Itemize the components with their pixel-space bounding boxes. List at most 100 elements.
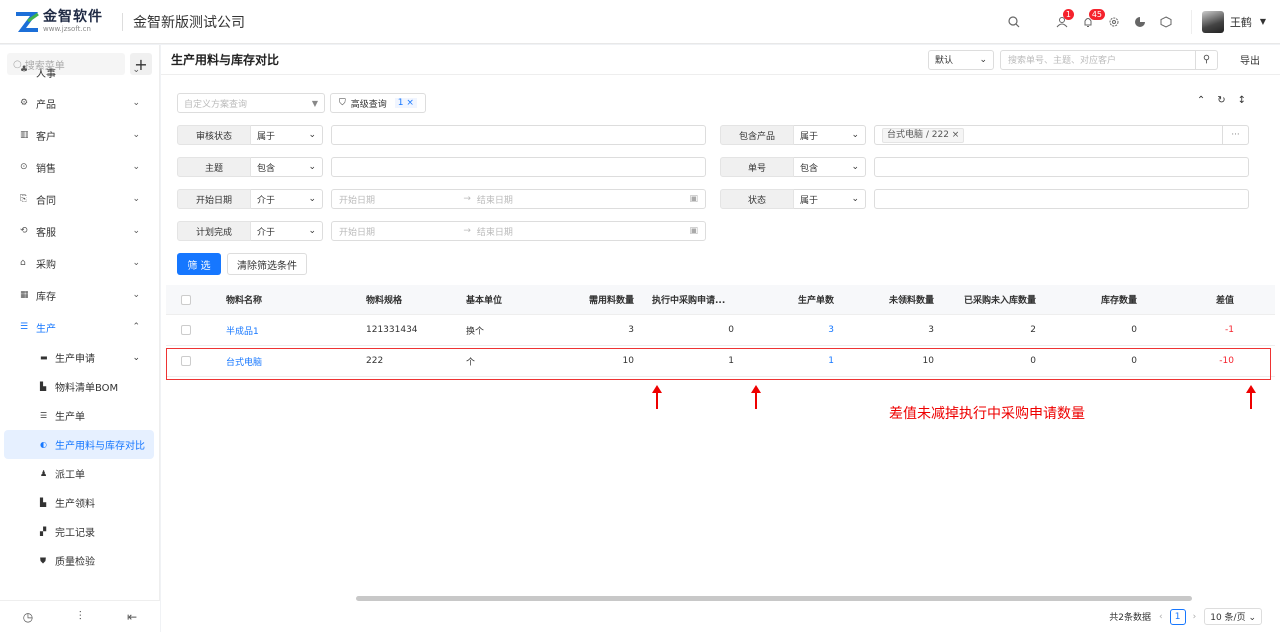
material-name-link[interactable]: 台式电脑 — [206, 355, 360, 368]
cell-spec: 121331434 — [366, 325, 418, 335]
menu-item-inventory[interactable]: ▦ 库存 ⌄ — [0, 279, 160, 311]
history-icon[interactable]: ◷ — [23, 610, 33, 624]
col-header-diff[interactable]: 差值 — [1143, 293, 1240, 306]
chevron-down-icon: ⌄ — [132, 258, 140, 268]
filter-op-order-no[interactable]: 包含 ⌄ — [794, 157, 866, 177]
search-icon[interactable] — [1001, 9, 1027, 35]
refresh-icon[interactable]: ↻ — [1217, 95, 1225, 106]
collapse-up-icon[interactable]: ⌃ — [1197, 95, 1205, 106]
col-header-unit[interactable]: 基本单位 — [460, 293, 555, 306]
col-header-unreceived[interactable]: 未领料数量 — [840, 293, 940, 306]
gear-icon[interactable] — [1101, 9, 1127, 35]
filter-value-review-status[interactable] — [331, 125, 706, 145]
search-button[interactable]: ⚲ — [1196, 49, 1218, 70]
logo-icon — [14, 11, 40, 33]
filter-op-contain-product[interactable]: 属于 ⌄ — [794, 125, 866, 145]
table-row[interactable]: 台式电脑 222 个 10 1 1 10 0 0 -10 — [166, 346, 1275, 377]
menu-item-customer[interactable]: ▥ 客户 ⌄ — [0, 119, 160, 151]
filter-button[interactable]: 筛 选 — [177, 253, 221, 275]
logo-url: www.jzsoft.cn — [43, 25, 91, 33]
date-range-start[interactable]: 开始日期 → 结束日期 ▣ — [331, 189, 706, 209]
menu-item-hr[interactable]: ♣ 人事 ⌄ — [0, 65, 160, 87]
select-all-checkbox[interactable] — [166, 294, 206, 305]
material-name-link[interactable]: 半成品1 — [206, 324, 360, 337]
filter-value-status[interactable] — [874, 189, 1249, 209]
chevron-down-icon: ⌄ — [132, 162, 140, 172]
col-header-prod[interactable]: 生产单数 — [740, 293, 840, 306]
horizontal-scrollbar[interactable] — [356, 596, 1192, 601]
menu-item-contract[interactable]: ⎘ 合同 ⌄ — [0, 183, 160, 215]
menu-item-production[interactable]: ☰ 生产 ⌃ — [0, 311, 160, 343]
cell-prod-link[interactable]: 1 — [740, 356, 840, 366]
sort-icon[interactable]: ↕ — [1238, 95, 1246, 106]
next-page-icon[interactable]: › — [1193, 612, 1197, 622]
company-name[interactable]: 金智新版测试公司 — [133, 12, 245, 32]
menu-item-product[interactable]: ⚙ 产品 ⌄ — [0, 87, 160, 119]
caret-down-icon: ▼ — [1259, 17, 1266, 26]
menu-item-sales[interactable]: ⊙ 销售 ⌄ — [0, 151, 160, 183]
row-checkbox[interactable] — [166, 356, 206, 366]
chevron-down-icon: ⌄ — [132, 290, 140, 300]
filter-value-order-no[interactable] — [874, 157, 1249, 177]
clear-filter-button[interactable]: 清除筛选条件 — [227, 253, 307, 275]
col-header-spec[interactable]: 物料规格 — [310, 293, 460, 306]
col-header-purchased[interactable]: 已采购未入库数量 — [940, 293, 1042, 306]
annotation-arrow-exec — [750, 385, 762, 409]
filter-op-review-status[interactable]: 属于 ⌄ — [251, 125, 323, 145]
col-header-name[interactable]: 物料名称 — [206, 293, 310, 306]
cube-icon[interactable] — [1153, 9, 1179, 35]
menu-item-service[interactable]: ⟲ 客服 ⌄ — [0, 215, 160, 247]
bell-icon[interactable]: 45 — [1075, 8, 1106, 35]
collapse-menu-icon[interactable]: ⇤ — [127, 610, 137, 624]
pie-chart-icon[interactable] — [1127, 9, 1153, 35]
contract-icon: ⎘ — [20, 194, 28, 204]
filter-op-plan-done[interactable]: 介于 ⌄ — [251, 221, 323, 241]
filter-op-status[interactable]: 属于 ⌄ — [794, 189, 866, 209]
cell-stock: 0 — [1131, 325, 1137, 335]
filter-value-contain-product[interactable]: 台式电脑 / 222 × ··· — [874, 125, 1249, 145]
col-header-need[interactable]: 需用料数量 — [555, 293, 640, 306]
date-range-plan[interactable]: 开始日期 → 结束日期 ▣ — [331, 221, 706, 241]
sub-item-production-order[interactable]: ☰ 生产单 — [4, 401, 154, 430]
chevron-down-icon: ⌄ — [132, 130, 140, 140]
prev-page-icon[interactable]: ‹ — [1159, 612, 1163, 622]
cell-spec: 222 — [366, 356, 384, 366]
chevron-up-icon: ⌃ — [132, 322, 140, 332]
hr-icon: ♣ — [20, 65, 29, 75]
filter-op-subject[interactable]: 包含 ⌄ — [251, 157, 323, 177]
caret-down-icon: ▼ — [311, 98, 318, 108]
sub-item-quality[interactable]: ⛊ 质量检验 — [4, 546, 154, 575]
filter-op-start-date[interactable]: 介于 ⌄ — [251, 189, 323, 209]
user-menu[interactable]: 王鹤 ▼ — [1190, 9, 1280, 34]
col-header-exec[interactable]: 执行中采购申请... — [640, 293, 740, 306]
menu-item-purchase[interactable]: ⌂ 采购 ⌄ — [0, 247, 160, 279]
filter-value-subject[interactable] — [331, 157, 706, 177]
advanced-count-badge[interactable]: 1 × — [394, 98, 417, 108]
chevron-down-icon: ⌄ — [132, 226, 140, 236]
export-button[interactable]: 导出 — [1240, 52, 1260, 67]
col-header-stock[interactable]: 库存数量 — [1042, 293, 1143, 306]
product-tag[interactable]: 台式电脑 / 222 × — [882, 127, 965, 143]
mail-icon[interactable]: 1 — [1049, 8, 1075, 35]
sub-item-completion[interactable]: ▞ 完工记录 — [4, 517, 154, 546]
sub-item-production-request[interactable]: ▬ 生产申请 ⌄ — [4, 343, 154, 372]
sub-item-dispatch[interactable]: ♟ 派工单 — [4, 459, 154, 488]
sub-item-material-stock-compare[interactable]: ◐ 生产用料与库存对比 — [4, 430, 154, 459]
page-1-button[interactable]: 1 — [1169, 608, 1186, 625]
advanced-query-button[interactable]: ⛉ 高级查询 1 × — [330, 93, 426, 113]
logo[interactable]: 金智软件 www.jzsoft.cn — [0, 10, 112, 33]
sidebar: ○ 搜索菜单 + ♣ 人事 ⌄ ⚙ 产品 ⌄ ▥ 客户 ⌄ ⊙ 销售 ⌄ ⎘ 合同 ⌄ ⟲ 客服 ⌄ ⌂… — [0, 45, 160, 632]
chevron-down-icon: ⌄ — [132, 98, 140, 108]
more-options-button[interactable]: ··· — [1222, 125, 1248, 145]
row-checkbox[interactable] — [166, 325, 206, 335]
annotation-arrow-diff — [1245, 385, 1257, 409]
view-select[interactable]: 默认 ⌄ — [928, 49, 994, 70]
search-input[interactable]: 搜索单号、主题、对应客户 — [1000, 49, 1196, 70]
scheme-select[interactable]: 自定义方案查询 ▼ — [177, 93, 325, 113]
sub-item-picking[interactable]: ▙ 生产领料 — [4, 488, 154, 517]
sub-item-bom[interactable]: ▙ 物料清单BOM — [4, 372, 154, 401]
cell-prod-link[interactable]: 3 — [740, 325, 840, 335]
settings-sliders-icon[interactable]: ⫶ — [79, 609, 82, 624]
page-size-select[interactable]: 10 条/页 ⌄ — [1204, 608, 1262, 625]
table-row[interactable]: 半成品1 121331434 换个 3 0 3 3 2 0 -1 — [166, 315, 1275, 346]
